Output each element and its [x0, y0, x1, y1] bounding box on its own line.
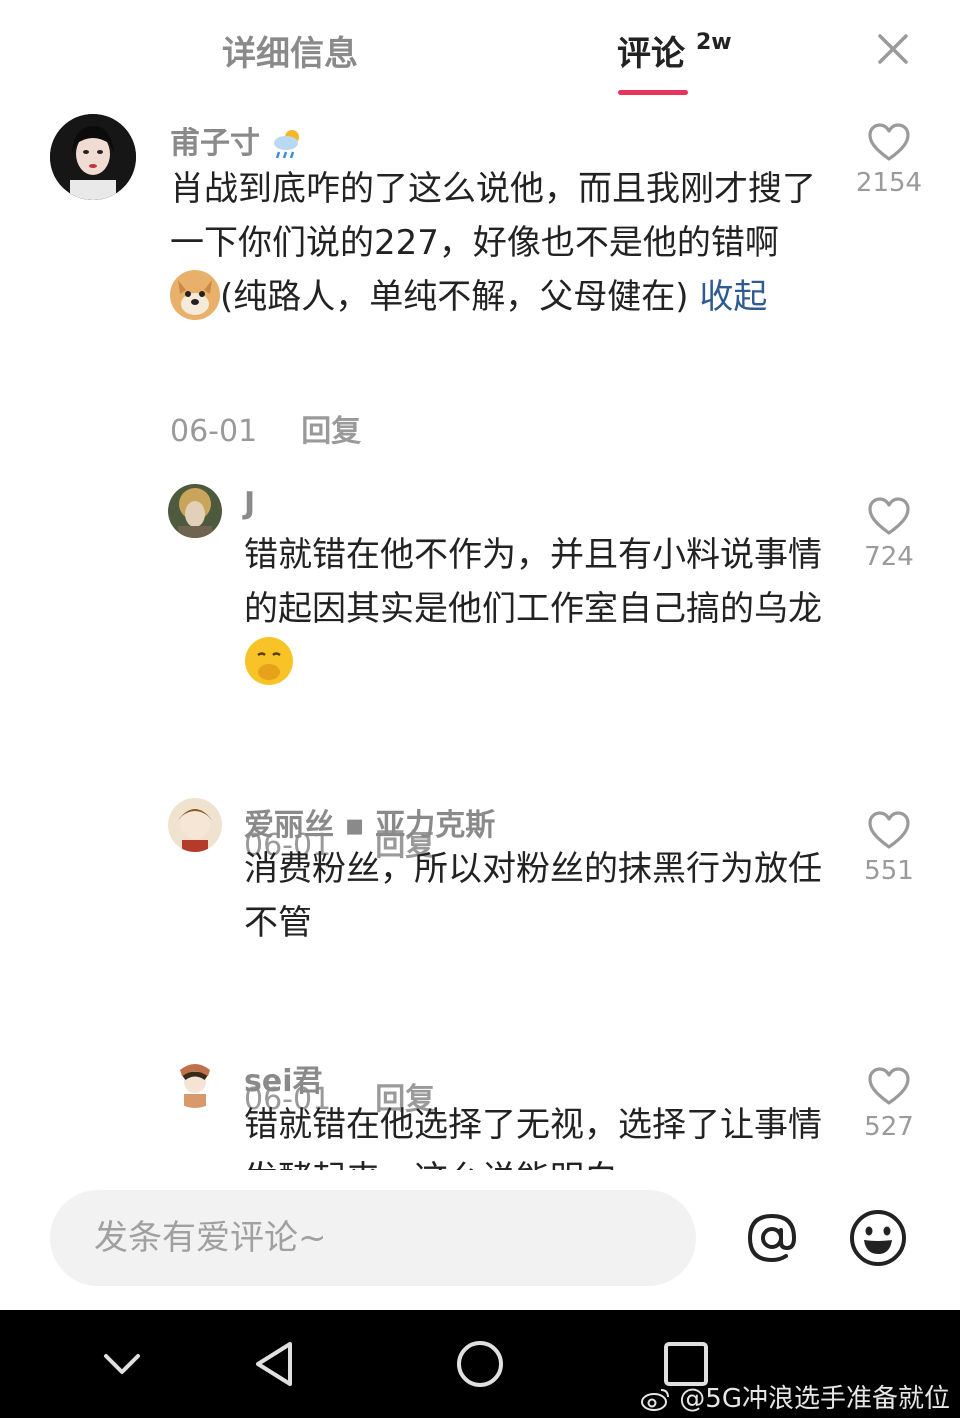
comment-list[interactable]: 甫子寸 肖战到底咋的了这么说他，而且我刚才搜了一下你们说的227，好像也不是他的…	[0, 100, 960, 1170]
like-count: 724	[864, 542, 914, 572]
back-triangle-icon[interactable]	[250, 1338, 302, 1390]
comment-text: 消费粉丝，所以对粉丝的抹黑行为放任不管	[244, 849, 822, 943]
like-button[interactable]: 724	[844, 496, 934, 572]
collapse-link[interactable]: 收起	[699, 277, 767, 317]
comments-count-badge: 2w	[696, 30, 732, 55]
emoji-picker-icon[interactable]	[848, 1208, 908, 1268]
comment-username[interactable]: 爱丽丝 ▪ 亚力克斯	[244, 800, 495, 844]
tab-bar: 详细信息 评论 2w	[0, 0, 960, 100]
avatar[interactable]	[168, 484, 222, 538]
avatar[interactable]	[168, 798, 222, 852]
heart-icon	[868, 123, 910, 161]
like-button[interactable]: 551	[844, 810, 934, 886]
comment-meta: 06-01 回复	[170, 406, 361, 450]
like-count: 527	[864, 1112, 914, 1142]
comment-input-container	[50, 1190, 696, 1286]
avatar[interactable]	[168, 1054, 222, 1108]
comment-username[interactable]: sei君	[244, 1056, 323, 1100]
tab-comments[interactable]: 评论	[617, 26, 685, 75]
like-count: 551	[864, 856, 914, 886]
comment-date: 06-01	[170, 414, 258, 449]
chevron-down-icon[interactable]	[96, 1338, 148, 1390]
comment-input[interactable]	[50, 1190, 696, 1286]
weibo-watermark: @5G冲浪选手准备就位	[641, 1378, 950, 1415]
comment-username[interactable]: 甫子寸	[170, 118, 306, 162]
comment-text: 肖战到底咋的了这么说他，而且我刚才搜了一下你们说的227，好像也不是他的错啊 (…	[170, 162, 820, 324]
tab-details[interactable]: 详细信息	[222, 26, 358, 75]
home-circle-icon[interactable]	[454, 1338, 506, 1390]
close-icon[interactable]	[872, 28, 914, 70]
like-count: 2154	[855, 168, 923, 198]
avatar[interactable]	[50, 114, 136, 200]
comment-username[interactable]: J	[244, 486, 255, 521]
comment-text: 错就错在他不作为，并且有小料说事情的起因其实是他们工作室自己搞的乌龙	[244, 528, 824, 690]
heart-icon	[868, 811, 910, 849]
shy-emoji	[244, 636, 294, 686]
reply-button[interactable]: 回复	[301, 414, 361, 449]
heart-icon	[868, 1067, 910, 1105]
like-button[interactable]: 527	[844, 1066, 934, 1142]
active-tab-indicator	[618, 90, 688, 95]
comment-text: 错就错在他选择了无视，选择了让事情发酵起来，这么说能明白	[244, 1105, 822, 1170]
heart-icon	[868, 497, 910, 535]
weather-icon	[274, 130, 300, 159]
like-button[interactable]: 2154	[844, 122, 934, 198]
doge-emoji	[170, 270, 220, 320]
weibo-logo-icon	[641, 1389, 670, 1411]
at-mention-icon[interactable]	[742, 1208, 802, 1268]
